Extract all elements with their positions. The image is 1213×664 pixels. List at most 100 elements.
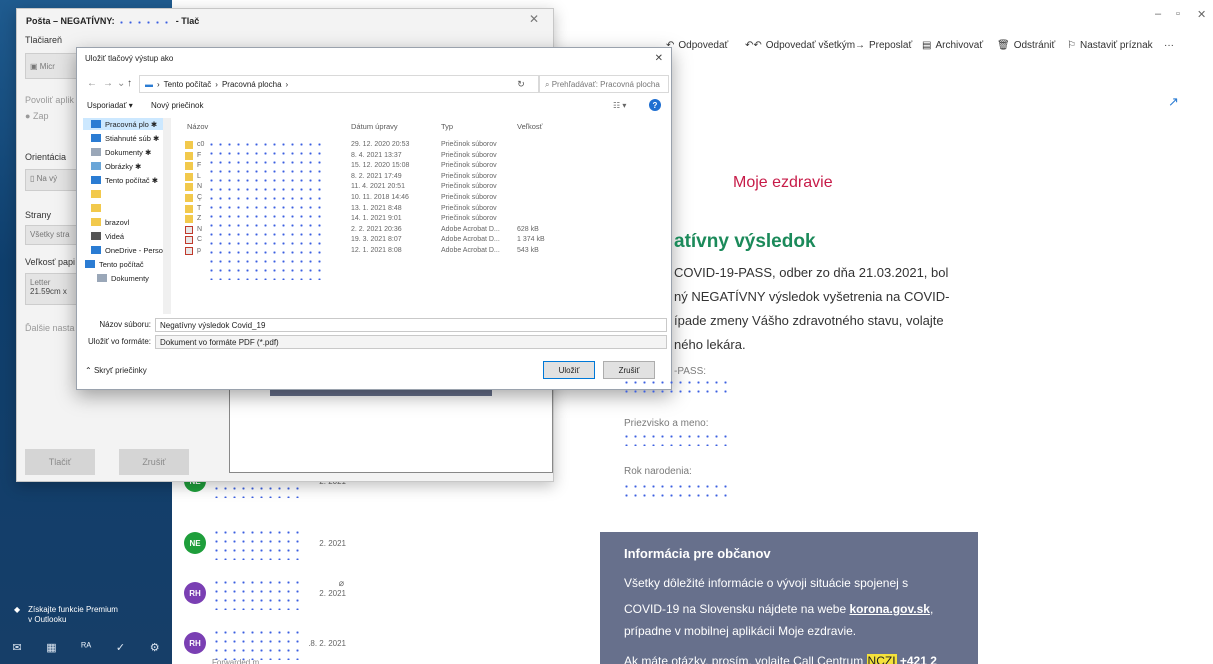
- pictures-icon: [91, 162, 101, 170]
- command-more[interactable]: ···: [1164, 40, 1174, 51]
- print-cancel-button[interactable]: Zrušiť: [119, 449, 189, 475]
- command-forward[interactable]: → Preposlať: [855, 40, 912, 51]
- nav-item-label: Videá: [105, 231, 125, 241]
- documents-icon: [91, 148, 101, 156]
- file-date: 19. 3. 2021 8:07: [351, 236, 402, 244]
- command-reply[interactable]: ↶ Odpovedať: [666, 40, 728, 51]
- delete-icon: 🗑: [997, 40, 1010, 51]
- more-settings-link[interactable]: Ďalšie nasta: [25, 323, 75, 333]
- nav-item[interactable]: Tento počítač ✱: [83, 174, 158, 186]
- open-new-window-icon[interactable]: ↗: [1168, 94, 1179, 110]
- command-archive[interactable]: ▤ Archivovať: [922, 40, 983, 51]
- nczi-highlight: NCZI: [866, 654, 897, 664]
- mail-icon[interactable]: ✉: [12, 641, 21, 654]
- info-title: Informácia pre občanov: [624, 546, 771, 561]
- computer-icon: [85, 260, 95, 268]
- command-reply-all[interactable]: ↶↶ Odpovedať všetkým: [745, 40, 855, 51]
- filename-input[interactable]: Negatívny výsledok Covid_19: [155, 318, 667, 332]
- file-prefix: N: [197, 225, 203, 233]
- chevron-down-icon[interactable]: ⌄: [117, 78, 125, 89]
- file-prefix: C: [197, 236, 203, 244]
- redacted-sender: [212, 528, 304, 560]
- column-name[interactable]: Názov: [187, 122, 208, 131]
- nav-item[interactable]: Tento počítač: [83, 258, 144, 270]
- nav-item[interactable]: [83, 202, 105, 214]
- mail-list-item[interactable]: NE 2. 2021: [172, 520, 362, 570]
- address-bar[interactable]: ▬ › Tento počítač › Pracovná plocha ›: [139, 75, 539, 93]
- premium-label: Získajte funkcie Premium v Outlooku: [28, 605, 118, 624]
- nav-item[interactable]: Stiahnuté súb ✱: [83, 132, 159, 144]
- nav-scrollbar[interactable]: [163, 118, 171, 314]
- save-dialog-title: Uložiť tlačový výstup ako: [85, 54, 174, 63]
- people-icon[interactable]: ᴿᴬ: [81, 641, 91, 653]
- toggle-knob-icon: ●: [25, 111, 31, 121]
- todo-icon[interactable]: ✓: [116, 641, 125, 654]
- print-button[interactable]: Tlačiť: [25, 449, 95, 475]
- address-crumb[interactable]: Tento počítač: [164, 80, 212, 89]
- calendar-icon[interactable]: ▦: [46, 641, 56, 654]
- korona-link[interactable]: korona.gov.sk: [849, 602, 929, 616]
- column-size[interactable]: Veľkosť: [517, 122, 542, 131]
- forward-arrow-icon[interactable]: →: [103, 78, 113, 89]
- nav-item[interactable]: [83, 188, 105, 200]
- nav-item-label: Tento počítač ✱: [105, 175, 158, 185]
- mail-preview: Forwarded m: [212, 658, 260, 664]
- nav-item[interactable]: OneDrive - Persor: [83, 244, 165, 256]
- command-delete[interactable]: 🗑 Odstrániť: [997, 40, 1055, 51]
- nav-item[interactable]: Dokumenty: [83, 272, 149, 284]
- page-icon: ▯: [30, 174, 37, 183]
- organize-button[interactable]: Usporiadať ▾: [87, 101, 133, 110]
- close-icon[interactable]: ✕: [529, 12, 539, 26]
- file-prefix: c0: [197, 141, 205, 148]
- paper-size-label: Veľkosť papi: [25, 257, 76, 267]
- help-icon[interactable]: ?: [649, 99, 661, 111]
- nav-item[interactable]: Pracovná plo ✱: [83, 118, 165, 130]
- view-icon[interactable]: ☷ ▾: [613, 101, 626, 110]
- nav-item[interactable]: Obrázky ✱: [83, 160, 141, 172]
- command-label: Archivovať: [935, 40, 984, 51]
- command-label: Nastaviť príznak: [1079, 40, 1153, 51]
- nav-item[interactable]: Videá: [83, 230, 124, 242]
- premium-banner[interactable]: ◆ Získajte funkcie Premium v Outlooku: [14, 605, 118, 625]
- file-date: 8. 4. 2021 13:37: [351, 151, 402, 159]
- up-arrow-icon[interactable]: ↑: [127, 78, 132, 89]
- minimize-icon[interactable]: –: [1155, 8, 1161, 20]
- allow-label: Povoliť aplik: [25, 95, 74, 105]
- close-icon[interactable]: ✕: [655, 53, 663, 64]
- info-box: Informácia pre občanov Všetky dôležité i…: [600, 532, 978, 664]
- birth-label: Rok narodenia:: [624, 466, 692, 477]
- filetype-select[interactable]: Dokument vo formáte PDF (*.pdf): [155, 335, 667, 349]
- command-flag[interactable]: ⚐ Nastaviť príznak: [1067, 40, 1153, 51]
- folder-icon: [185, 141, 193, 149]
- mail-list-item[interactable]: RH .8. 2. 2021 Forwarded m: [172, 620, 362, 664]
- file-type: Priečinok súborov: [441, 215, 497, 223]
- file-prefix: N: [197, 183, 203, 191]
- mail-list-item[interactable]: RH 2. 2021 ⌀: [172, 570, 362, 620]
- download-icon: [91, 134, 101, 142]
- nav-item[interactable]: Dokumenty ✱: [83, 146, 151, 158]
- close-window-icon[interactable]: ✕: [1197, 8, 1206, 21]
- forward-icon: →: [855, 40, 865, 51]
- command-label: Odpovedať: [678, 40, 729, 51]
- back-arrow-icon[interactable]: ←: [87, 78, 97, 89]
- cancel-button[interactable]: Zrušiť: [603, 361, 655, 379]
- column-type[interactable]: Typ: [441, 122, 453, 131]
- search-input[interactable]: ⌕ Prehľadávať: Pracovná plocha: [539, 75, 669, 93]
- address-crumb[interactable]: Pracovná plocha: [222, 80, 282, 89]
- refresh-icon[interactable]: ↻: [511, 75, 531, 93]
- videos-icon: [91, 232, 101, 240]
- nav-item-label: Obrázky ✱: [105, 161, 142, 171]
- column-date[interactable]: Dátum úpravy: [351, 122, 398, 131]
- file-size: 1 374 kB: [517, 236, 545, 244]
- save-button[interactable]: Uložiť: [543, 361, 595, 379]
- maximize-icon[interactable]: ▫: [1176, 8, 1180, 20]
- nav-item[interactable]: brazovl: [83, 216, 129, 228]
- nav-item-label: Pracovná plo ✱: [105, 119, 158, 129]
- hide-folders-toggle[interactable]: ⌃ Skryť priečinky: [85, 366, 147, 375]
- file-prefix: Z: [197, 215, 202, 223]
- settings-icon[interactable]: ⚙: [150, 641, 160, 654]
- new-folder-button[interactable]: Nový priečinok: [151, 101, 203, 110]
- file-prefix: F: [197, 151, 202, 159]
- toggle-switch[interactable]: ● Zap: [25, 111, 48, 121]
- file-list-header: Názov Dátum úpravy Typ Veľkosť: [185, 122, 665, 136]
